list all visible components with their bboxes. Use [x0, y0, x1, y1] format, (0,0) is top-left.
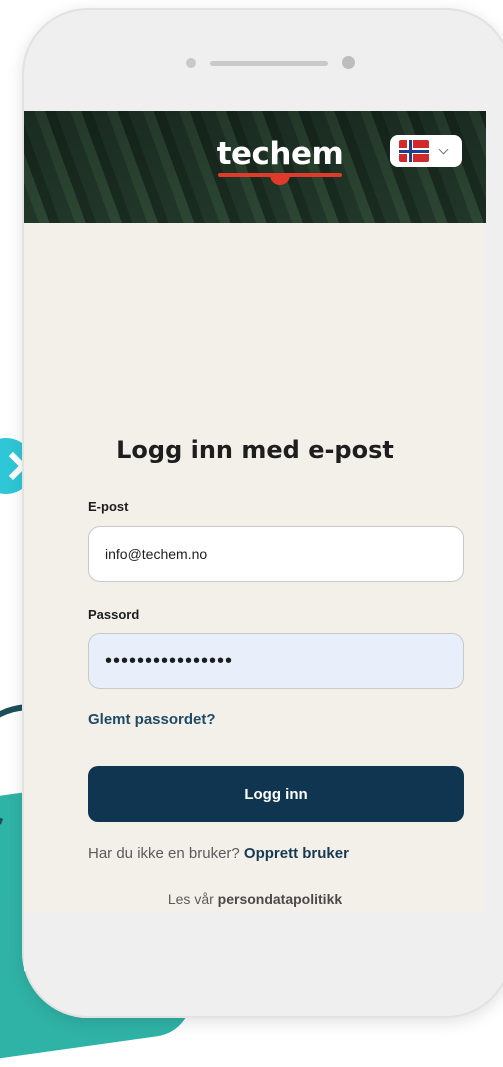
speaker-grille: [210, 61, 328, 66]
logo-swoosh-icon: [218, 173, 342, 185]
create-account-link[interactable]: Opprett bruker: [244, 845, 349, 862]
app-screen: techem Logg inn med e-post E-post Passor…: [24, 111, 486, 911]
privacy-text: Les vår persondatapolitikk: [24, 891, 486, 907]
password-field[interactable]: [88, 633, 464, 689]
privacy-policy-link[interactable]: persondatapolitikk: [218, 891, 342, 907]
forgot-password-link[interactable]: Glemt passordet?: [88, 711, 216, 728]
email-field[interactable]: [88, 526, 464, 582]
techem-logo: techem: [210, 137, 350, 197]
camera-dot: [186, 58, 196, 68]
language-selector[interactable]: [390, 135, 462, 167]
login-button[interactable]: Logg inn: [88, 766, 464, 822]
email-label: E-post: [88, 499, 129, 514]
signup-text: Har du ikke en bruker? Opprett bruker: [88, 845, 349, 862]
page-title: Logg inn med e-post: [116, 436, 394, 464]
phone-bottom-area: [24, 911, 486, 971]
header-forest-banner: techem: [24, 111, 486, 223]
logo-text: techem: [216, 136, 344, 172]
flag-norway-icon: [399, 140, 429, 162]
privacy-prefix: Les vår: [167, 891, 214, 907]
password-label: Passord: [88, 607, 140, 622]
chevron-down-icon: [438, 144, 449, 154]
signup-prompt: Har du ikke en bruker?: [88, 845, 240, 862]
front-sensor: [342, 56, 355, 69]
